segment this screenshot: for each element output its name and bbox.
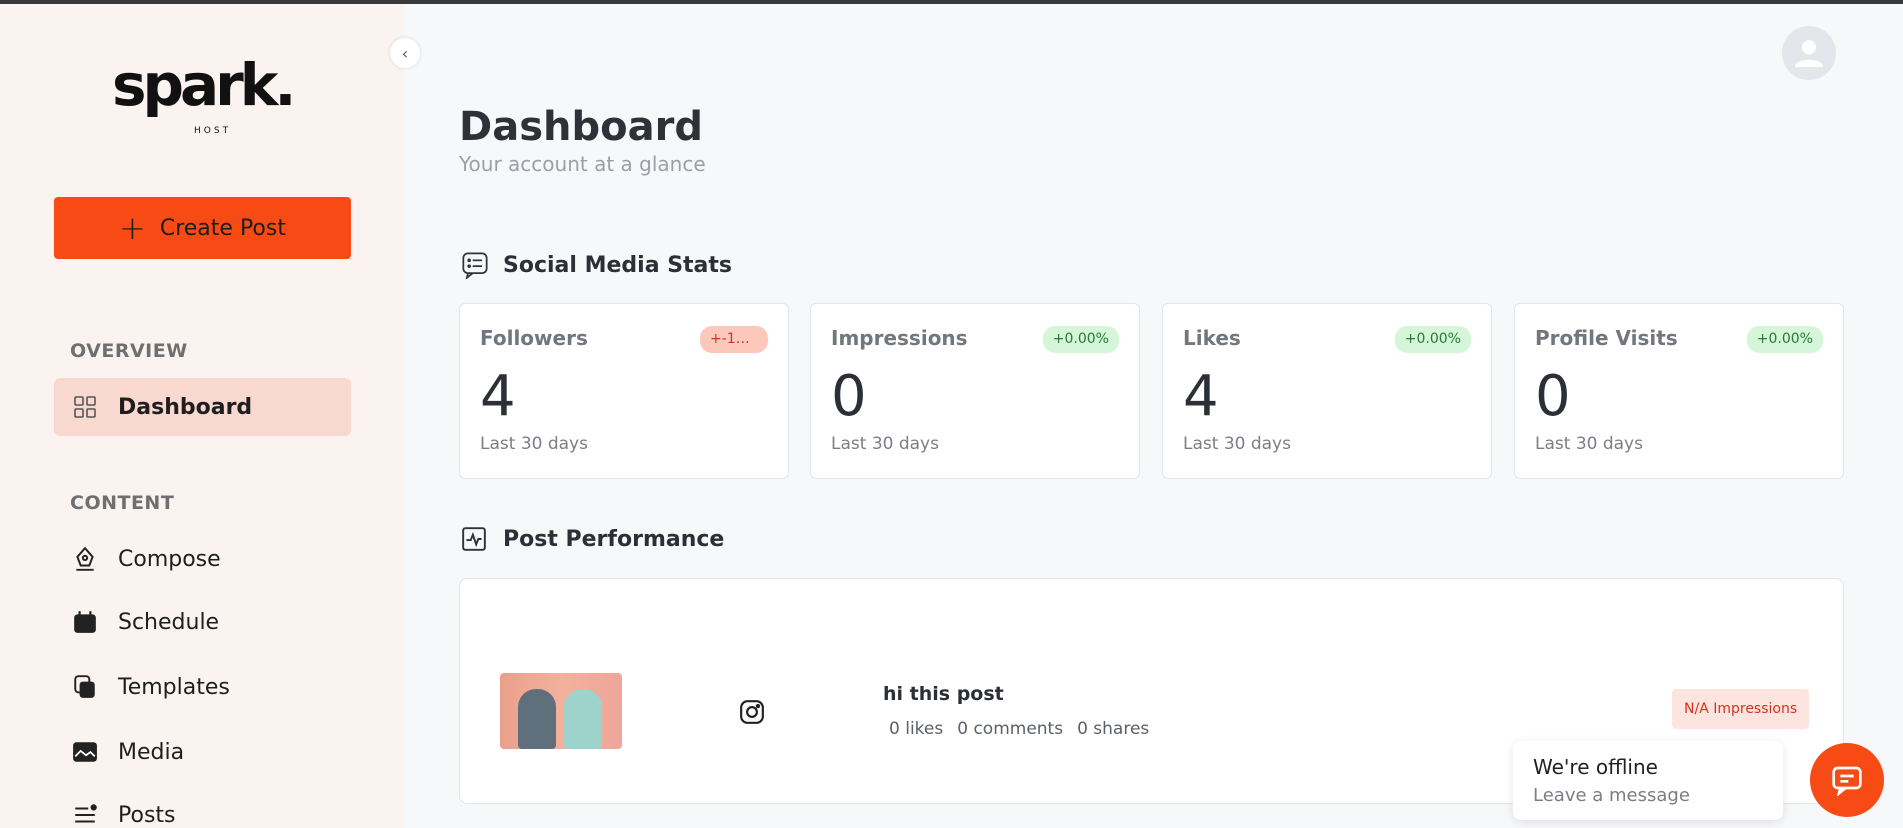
chat-offline-popup[interactable]: We're offline Leave a message [1513,741,1783,820]
stat-value: 0 [1535,364,1571,429]
content-section-label: CONTENT [70,492,175,514]
sidebar-item-templates[interactable]: Templates [54,658,351,716]
plus-icon: + [119,209,146,247]
pen-icon [72,546,98,572]
user-icon [1794,40,1824,68]
page-subtitle: Your account at a glance [459,152,706,176]
user-avatar[interactable] [1782,26,1836,80]
stat-name: Profile Visits [1535,326,1678,350]
stat-value: 4 [480,364,516,429]
sidebar-item-media[interactable]: Media [54,723,351,781]
sidebar-item-posts[interactable]: Posts [54,786,351,828]
stat-change-badge: +-100.00% [700,326,768,353]
chat-status: We're offline [1533,755,1658,779]
brand-sub: HOST [194,126,232,136]
stat-value: 4 [1183,364,1219,429]
calendar-icon [72,609,98,635]
stat-period: Last 30 days [831,434,939,454]
stat-name: Impressions [831,326,968,350]
sidebar-item-label: Posts [118,802,176,828]
stat-period: Last 30 days [480,434,588,454]
sidebar-item-schedule[interactable]: Schedule [54,593,351,651]
social-stats-heading: Social Media Stats [461,250,732,280]
stat-name: Followers [480,326,588,350]
stat-card-followers: Followers +-100.00% 4 Last 30 days [459,303,789,479]
activity-icon [461,524,491,554]
create-post-label: Create Post [159,215,286,241]
grid-icon [72,394,98,420]
instagram-icon [740,700,764,724]
stat-period: Last 30 days [1183,434,1291,454]
stat-change-badge: +0.00% [1394,326,1471,353]
chevron-left-icon: ‹ [401,43,409,63]
stat-card-impressions: Impressions +0.00% 0 Last 30 days [810,303,1140,479]
sidebar-item-compose[interactable]: Compose [54,530,351,588]
chat-launcher-button[interactable] [1810,743,1884,817]
post-likes: 0 likes [889,719,944,739]
chat-list-icon [461,250,491,280]
stat-card-likes: Likes +0.00% 4 Last 30 days [1162,303,1492,479]
sidebar: spark. HOST + Create Post OVERVIEW Dashb… [0,4,404,828]
sidebar-item-label: Templates [118,674,230,700]
stat-name: Likes [1183,326,1241,350]
section-title: Social Media Stats [503,252,733,278]
collapse-sidebar-button[interactable]: ‹ [390,38,420,68]
section-title: Post Performance [503,526,725,552]
create-post-button[interactable]: + Create Post [54,197,351,259]
sidebar-item-dashboard[interactable]: Dashboard [54,378,351,436]
stat-change-badge: +0.00% [1746,326,1823,353]
copy-icon [72,674,98,700]
post-comments: 0 comments [957,719,1064,739]
stat-value: 0 [831,364,867,429]
sidebar-item-label: Compose [118,546,221,572]
stat-change-badge: +0.00% [1042,326,1119,353]
brand-name: spark. [112,51,296,119]
stat-period: Last 30 days [1535,434,1643,454]
impressions-badge: N/A Impressions [1672,689,1810,729]
post-performance-heading: Post Performance [461,524,724,554]
stat-card-profile-visits: Profile Visits +0.00% 0 Last 30 days [1514,303,1844,479]
post-thumbnail[interactable] [500,673,622,749]
image-icon [72,739,98,765]
brand-logo[interactable]: spark. HOST [112,56,308,144]
post-engagement: 0 likes 0 comments 0 shares [889,719,1149,739]
sidebar-item-label: Dashboard [118,394,253,420]
page-title: Dashboard [459,104,703,150]
chat-icon [1832,766,1862,796]
sidebar-item-label: Schedule [118,609,220,635]
sidebar-item-label: Media [118,739,185,765]
post-shares: 0 shares [1077,719,1150,739]
chat-leave-message[interactable]: Leave a message [1533,785,1763,806]
overview-section-label: OVERVIEW [70,340,188,362]
post-title: hi this post [883,683,1004,705]
list-icon [72,802,98,828]
